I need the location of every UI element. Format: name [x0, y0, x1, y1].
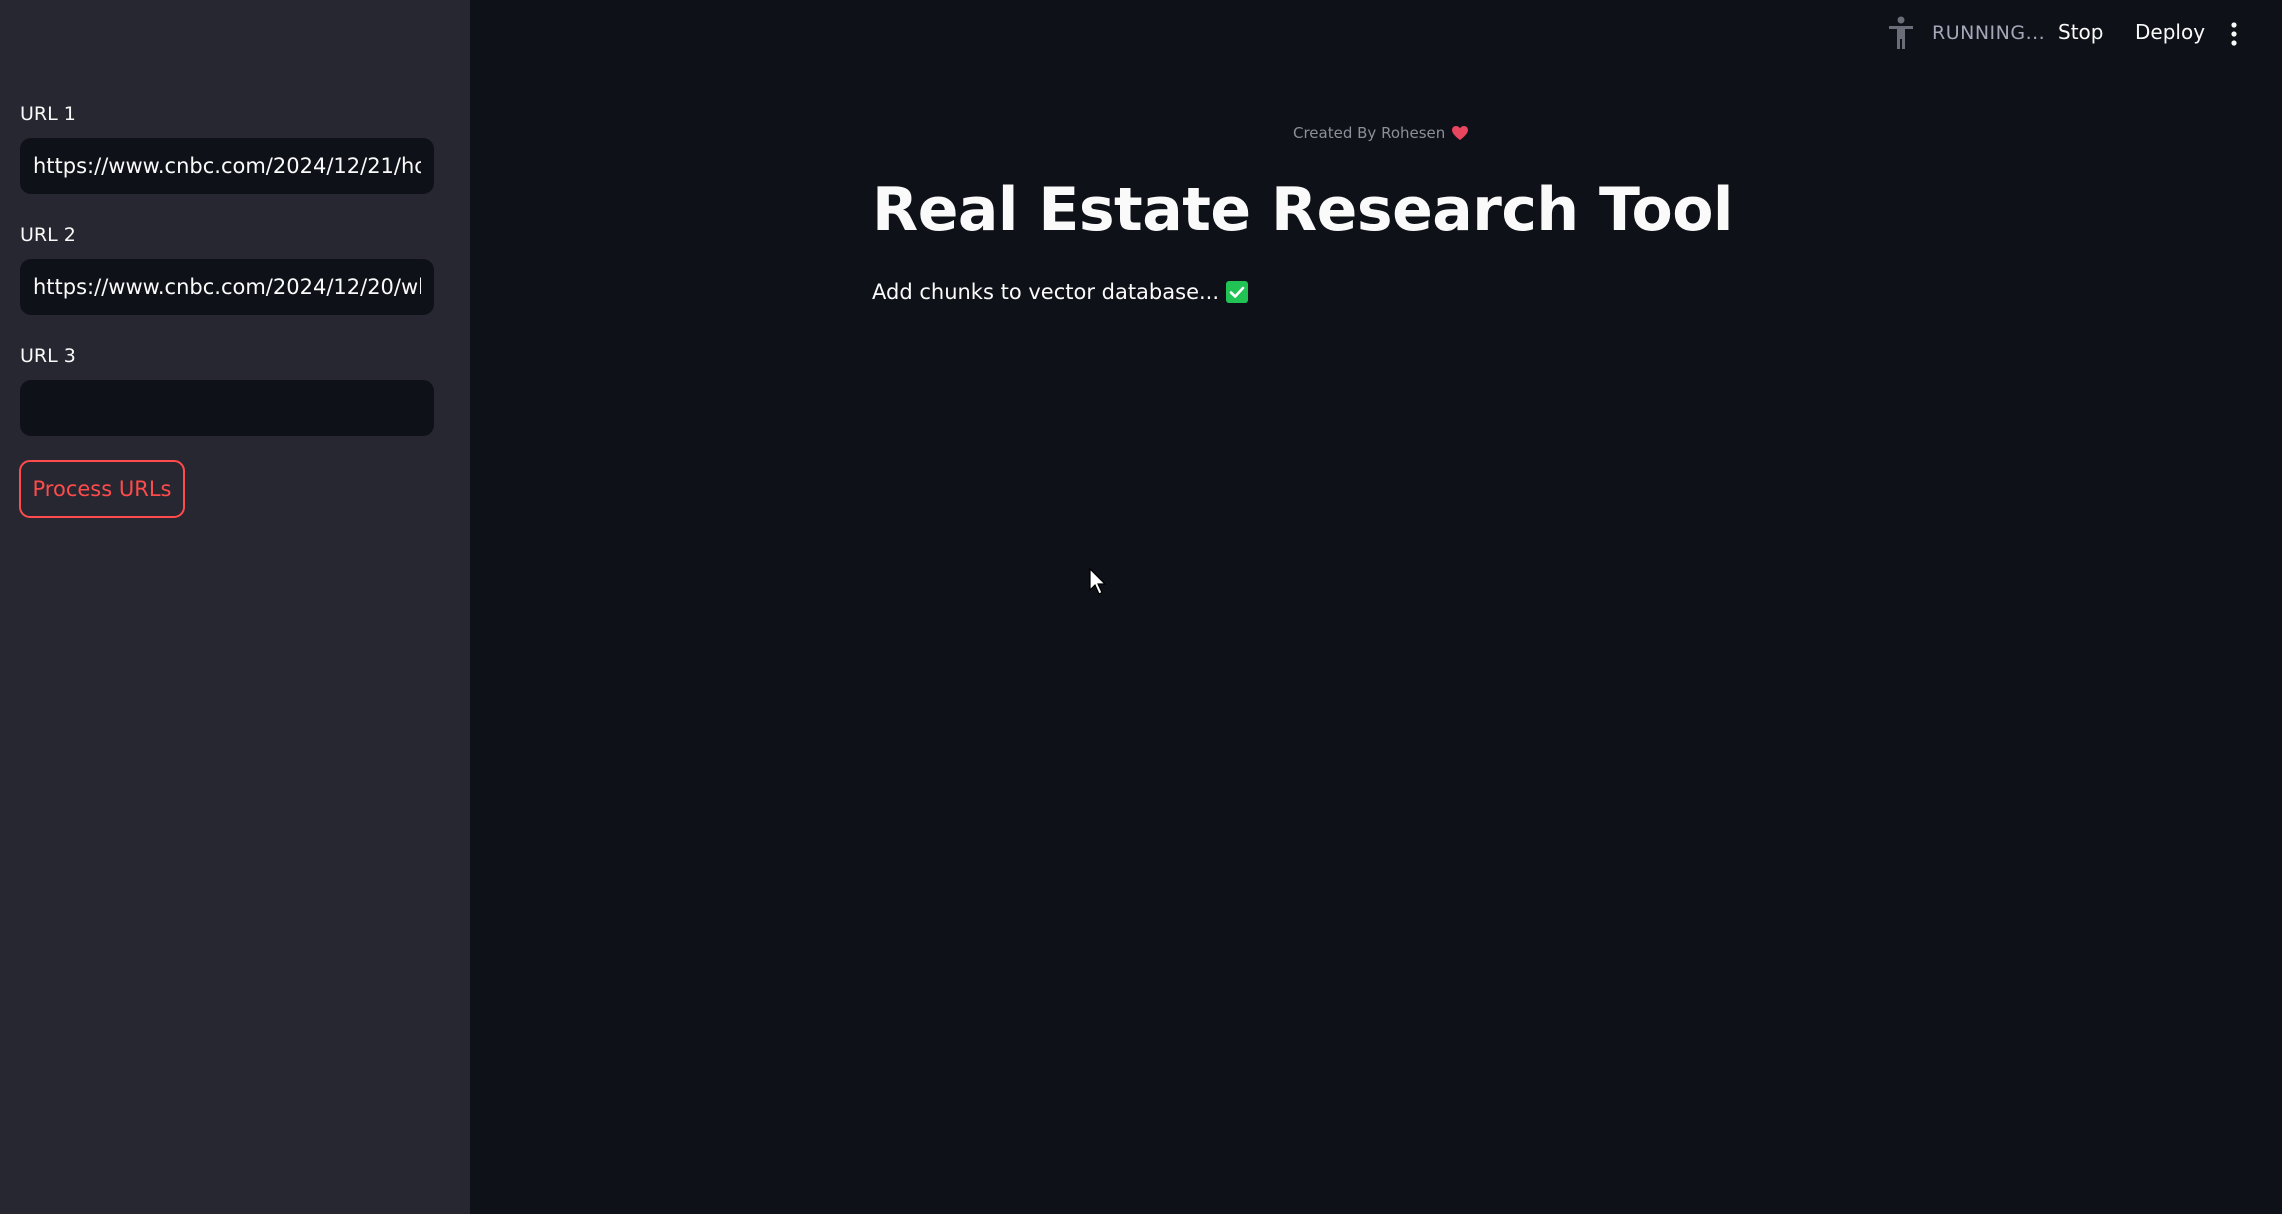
- credit-line: Created By Rohesen: [1293, 124, 1469, 142]
- url-1-input[interactable]: [20, 138, 434, 194]
- mouse-cursor-icon: [1089, 568, 1107, 595]
- stop-button[interactable]: Stop: [2058, 20, 2103, 44]
- status-text: Add chunks to vector database...: [872, 280, 1220, 304]
- url-1-label: URL 1: [20, 103, 76, 125]
- page-title: Real Estate Research Tool: [872, 175, 1734, 245]
- running-status: RUNNING...: [1932, 22, 2046, 44]
- url-2-input[interactable]: [20, 259, 434, 315]
- check-mark-icon: [1226, 281, 1249, 303]
- deploy-button[interactable]: Deploy: [2135, 20, 2205, 44]
- process-urls-button[interactable]: Process URLs: [19, 460, 185, 518]
- url-3-input[interactable]: [20, 380, 434, 436]
- credit-text: Created By Rohesen: [1293, 124, 1446, 142]
- url-3-label: URL 3: [20, 345, 76, 367]
- url-2-label: URL 2: [20, 224, 76, 246]
- heart-icon: [1452, 126, 1469, 140]
- running-person-icon: [1889, 16, 1913, 49]
- vertical-ellipsis-icon[interactable]: [2224, 20, 2244, 48]
- app-window: URL 1 URL 2 URL 3 Process URLs RUNNING..…: [0, 0, 2282, 1214]
- status-message: Add chunks to vector database...: [872, 280, 1249, 304]
- sidebar: URL 1 URL 2 URL 3 Process URLs: [0, 0, 470, 1214]
